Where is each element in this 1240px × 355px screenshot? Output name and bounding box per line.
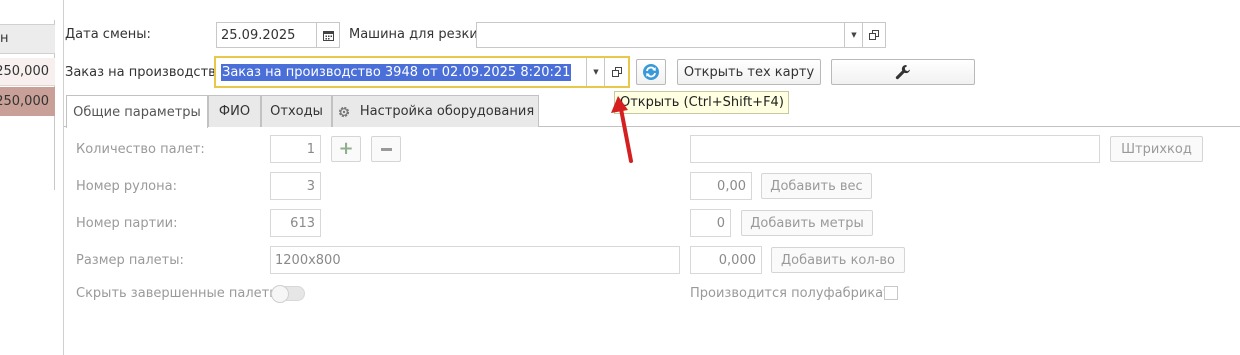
left-panel-row-1[interactable]: 250,000	[0, 58, 55, 86]
plus-icon: +	[338, 138, 354, 159]
add-quantity-button[interactable]: Добавить кол-во	[771, 247, 905, 273]
left-panel-row-2[interactable]: 250,000	[0, 87, 55, 116]
quantity-field[interactable]: 0,000	[690, 246, 762, 274]
open-window-icon	[869, 30, 879, 40]
barcode-field[interactable]	[690, 135, 1100, 163]
main-panel-left-border	[63, 0, 64, 355]
machine-label: Машина для резки:	[349, 27, 483, 42]
weight-field[interactable]: 0,00	[690, 172, 752, 200]
tab-label: ФИО	[218, 104, 251, 119]
open-window-icon	[611, 67, 622, 77]
quantity-value: 0,000	[718, 252, 756, 268]
weight-value: 0,00	[717, 178, 746, 194]
meters-field[interactable]: 0	[690, 209, 731, 237]
wrench-icon	[895, 65, 910, 80]
tab-fio[interactable]: ФИО	[208, 95, 261, 127]
roll-number-field[interactable]: 3	[270, 172, 321, 200]
machine-dropdown-button[interactable]: ▼	[844, 23, 863, 47]
chevron-down-icon: ▼	[851, 31, 857, 39]
pallet-count-value: 1	[306, 141, 315, 157]
shift-date-label: Дата смены:	[65, 27, 151, 42]
pallet-size-value: 1200x800	[275, 252, 341, 268]
batch-number-value: 613	[290, 215, 315, 231]
left-panel-header: н	[0, 24, 55, 54]
shift-date-field[interactable]: 25.09.2025	[216, 22, 340, 48]
batch-number-label: Номер партии:	[76, 216, 178, 231]
add-weight-button[interactable]: Добавить вес	[761, 173, 872, 199]
minus-icon	[380, 147, 392, 151]
remove-pallet-button[interactable]	[371, 136, 401, 162]
toggle-knob	[271, 285, 289, 303]
open-tech-card-button[interactable]: Открыть тех карту	[677, 59, 821, 85]
batch-number-field[interactable]: 613	[270, 209, 321, 237]
refresh-icon	[643, 64, 659, 80]
semi-finished-checkbox[interactable]	[884, 286, 898, 300]
calendar-button[interactable]	[316, 23, 339, 47]
hide-finished-toggle[interactable]	[271, 285, 305, 303]
order-dropdown-button[interactable]: ▼	[586, 58, 605, 86]
roll-number-value: 3	[306, 178, 315, 194]
tab-equipment-settings[interactable]: Настройка оборудования	[332, 95, 539, 127]
settings-button[interactable]	[831, 59, 975, 85]
order-open-button[interactable]	[604, 58, 628, 86]
refresh-button[interactable]	[636, 59, 666, 85]
red-arrow-annotation	[611, 96, 633, 163]
order-label: Заказ на производство:	[65, 65, 229, 80]
left-panel: н 250,000 250,000	[0, 0, 56, 355]
left-row-value: 250,000	[0, 64, 49, 79]
pallet-count-label: Количество палет:	[76, 142, 205, 157]
pallet-count-field[interactable]: 1	[270, 135, 321, 163]
left-row-value: 250,000	[0, 94, 49, 109]
shift-date-value: 25.09.2025	[221, 27, 296, 43]
add-meters-button[interactable]: Добавить метры	[741, 210, 873, 236]
semi-finished-label: Производится полуфабрикат:	[690, 286, 896, 301]
left-panel-header-text: н	[0, 31, 9, 46]
machine-open-button[interactable]	[862, 23, 885, 47]
calendar-icon	[322, 30, 334, 41]
hide-finished-label: Скрыть завершенные палеты:	[76, 286, 284, 301]
order-field[interactable]: Заказ на производство 3948 от 02.09.2025…	[214, 56, 630, 88]
pallet-size-label: Размер палеты:	[76, 253, 184, 268]
meters-value: 0	[716, 215, 725, 231]
tab-waste[interactable]: Отходы	[261, 95, 332, 127]
roll-number-label: Номер рулона:	[76, 179, 177, 194]
barcode-button[interactable]: Штрихкод	[1110, 136, 1203, 162]
tab-label: Отходы	[270, 104, 323, 119]
tab-label: Общие параметры	[73, 104, 201, 120]
tab-label: Настройка оборудования	[359, 104, 535, 119]
order-value: Заказ на производство 3948 от 02.09.2025…	[221, 63, 572, 81]
gear-icon	[338, 106, 349, 117]
pallet-size-field[interactable]: 1200x800	[270, 246, 680, 274]
add-pallet-button[interactable]: +	[331, 136, 361, 162]
tab-general-parameters[interactable]: Общие параметры	[66, 95, 208, 128]
machine-field[interactable]: ▼	[476, 22, 886, 48]
chevron-down-icon: ▼	[593, 68, 599, 76]
